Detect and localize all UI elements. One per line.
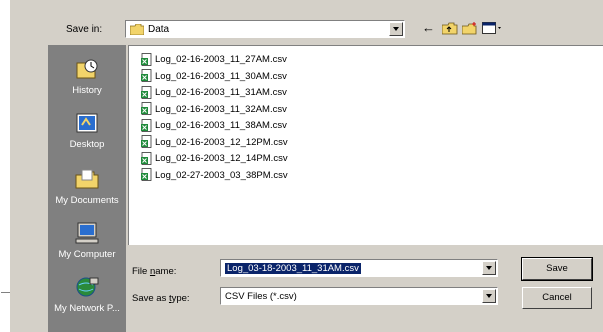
back-arrow-icon[interactable]: ←	[422, 21, 435, 35]
list-item[interactable]: Log_02-16-2003_11_31AM.csv	[141, 85, 287, 101]
csv-file-icon	[141, 53, 152, 66]
chevron-down-icon[interactable]	[389, 22, 403, 36]
list-item[interactable]: Log_02-16-2003_12_12PM.csv	[141, 135, 288, 151]
file-name-text: Log_02-16-2003_11_38AM.csv	[155, 120, 287, 131]
my-computer-icon	[75, 222, 99, 244]
place-my-computer[interactable]: My Computer	[48, 221, 126, 260]
csv-file-icon	[141, 102, 152, 116]
list-item[interactable]: Log_02-16-2003_11_30AM.csv	[141, 69, 287, 85]
desktop-icon	[76, 113, 98, 133]
place-desktop[interactable]: Desktop	[48, 111, 126, 150]
file-list[interactable]: Log_02-16-2003_11_27AM.csv Log_02-16-2003…	[128, 45, 603, 245]
chevron-down-icon[interactable]	[482, 289, 496, 303]
list-item[interactable]: Log_02-16-2003_12_14PM.csv	[141, 151, 288, 167]
list-item[interactable]: Log_02-16-2003_11_27AM.csv	[141, 52, 287, 68]
list-item[interactable]: Log_02-16-2003_11_38AM.csv	[141, 118, 287, 134]
list-item[interactable]: Log_02-27-2003_03_38PM.csv	[141, 168, 288, 184]
file-name-text: Log_02-16-2003_11_32AM.csv	[155, 103, 287, 115]
cancel-button[interactable]: Cancel	[522, 287, 592, 309]
save-as-type-label: Save as type:	[132, 293, 190, 304]
save-in-label: Save in:	[66, 24, 103, 35]
history-icon	[76, 59, 98, 79]
csv-file-icon	[141, 86, 152, 99]
up-folder-icon[interactable]	[442, 22, 458, 35]
file-name-text: Log_02-16-2003_11_30AM.csv	[155, 70, 287, 82]
save-as-type-value: CSV Files (*.csv)	[225, 291, 297, 302]
save-in-combo[interactable]: Data	[125, 20, 405, 38]
file-name-text: Log_02-16-2003_11_31AM.csv	[155, 87, 287, 98]
save-button[interactable]: Save	[521, 257, 593, 281]
csv-file-icon	[141, 69, 152, 83]
chevron-down-icon[interactable]	[482, 261, 496, 275]
csv-file-icon	[141, 135, 152, 149]
new-folder-icon[interactable]	[462, 22, 478, 35]
my-documents-icon	[75, 169, 99, 189]
csv-file-icon	[141, 168, 152, 182]
file-name-text: Log_02-16-2003_12_14PM.csv	[155, 153, 288, 164]
file-name-text: Log_02-16-2003_11_27AM.csv	[155, 54, 287, 65]
file-name-text: Log_02-16-2003_12_12PM.csv	[155, 136, 288, 148]
csv-file-icon	[141, 119, 152, 132]
place-history[interactable]: History	[48, 57, 126, 96]
file-name-text: Log_02-27-2003_03_38PM.csv	[155, 169, 288, 181]
list-item[interactable]: Log_02-16-2003_11_32AM.csv	[141, 102, 287, 118]
place-network[interactable]: My Network P...	[48, 275, 126, 314]
folder-icon	[130, 24, 144, 35]
save-as-type-select[interactable]: CSV Files (*.csv)	[220, 287, 498, 305]
file-name-field[interactable]: Log_03-18-2003_11_31AM.csv	[220, 259, 498, 277]
file-name-label: File name:	[132, 266, 177, 277]
save-dialog: Save in: Data ← History Desktop My Docum…	[10, 0, 603, 332]
csv-file-icon	[141, 152, 152, 165]
places-bar: History Desktop My Documents My Computer…	[48, 45, 126, 332]
save-in-value: Data	[148, 24, 170, 35]
network-icon	[76, 277, 99, 297]
window-edge-left	[0, 292, 1, 332]
place-my-documents[interactable]: My Documents	[48, 167, 126, 206]
file-name-value: Log_03-18-2003_11_31AM.csv	[225, 263, 361, 274]
view-menu-icon[interactable]	[482, 22, 502, 35]
